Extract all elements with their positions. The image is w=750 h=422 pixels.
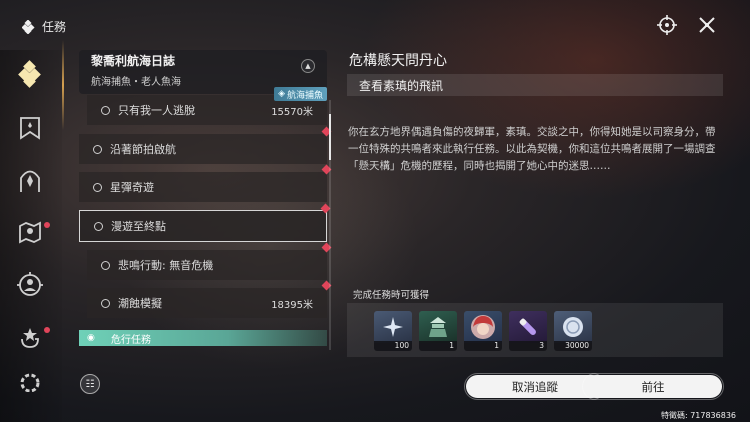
fish-icon: ◈	[278, 89, 285, 99]
list-item[interactable]: 潮蝕模擬 18395米	[87, 280, 332, 318]
reward-label: 完成任務時可獲得	[353, 290, 430, 301]
sidebar-item-settings[interactable]	[14, 370, 46, 392]
quest-description: 你在玄方地界偶遇負傷的夜歸軍，素瑱。交談之中，你得知她是以司察身分，帶一位特殊的…	[348, 126, 716, 172]
star-shard-icon	[374, 311, 412, 343]
list-item[interactable]: 悲鳴行動: 無音危機	[87, 242, 332, 280]
list-item-selected[interactable]: 漫遊至終點	[79, 203, 331, 242]
reward-qty: 1	[464, 341, 502, 351]
vial-icon	[509, 311, 547, 343]
current-objective: 查看素瑱的飛訊	[347, 74, 723, 96]
list-item-distance: 15570米	[271, 106, 313, 118]
quest-title: 危構懸天問丹心	[349, 53, 447, 69]
incomplete-circle-icon	[101, 298, 110, 308]
list-item-label: 只有我一人逃脫	[118, 104, 195, 117]
danger-category-icon: ◉	[87, 333, 95, 343]
menu-title-text: 任務	[42, 20, 67, 34]
crosshair-person-icon	[17, 272, 43, 296]
reward-qty: 100	[374, 341, 412, 351]
reward-qty: 3	[509, 341, 547, 351]
fishing-tag-label: 航海捕魚	[286, 90, 323, 101]
filter-icon: ☷	[85, 378, 95, 390]
scrollbar-thumb[interactable]	[329, 114, 331, 160]
incomplete-circle-icon	[101, 260, 110, 270]
list-item[interactable]: 沿著節拍啟航	[79, 126, 332, 164]
bookmark-icon	[20, 117, 40, 140]
coin-icon	[554, 311, 592, 343]
sidebar-item-quests[interactable]	[14, 58, 46, 90]
map-icon	[19, 221, 41, 244]
list-item-distance: 18395米	[271, 299, 313, 311]
sidebar-item-arch[interactable]	[14, 164, 46, 196]
reward-item[interactable]: 3	[509, 311, 547, 351]
go-button[interactable]: 前往	[582, 373, 724, 400]
tower-icon	[419, 311, 457, 343]
list-item[interactable]: 星彈奇遊	[79, 164, 332, 202]
return-badge	[44, 327, 50, 333]
reward-qty: 30000	[554, 341, 592, 351]
sidebar	[0, 50, 62, 422]
quest-logo-icon	[21, 18, 36, 35]
category-danger-quests[interactable]: ◉ 危行任務	[79, 330, 327, 346]
reward-item[interactable]: 1	[419, 311, 457, 351]
quest-diamond-icon	[18, 60, 41, 88]
menu-title: 任務	[21, 18, 67, 35]
list-item-label: 星彈奇遊	[110, 181, 154, 194]
fishing-tag: ◈ 航海捕魚	[274, 87, 327, 101]
list-item-label: 悲鳴行動: 無音危機	[118, 259, 214, 272]
reward-item[interactable]: 30000	[554, 311, 592, 351]
quest-list: 黎喬利航海日誌 航海捕魚・老人魚海 ▲ 只有我一人逃脫 15570米 ◈ 航海捕魚…	[79, 50, 332, 350]
list-item[interactable]: 只有我一人逃脫 15570米 ◈ 航海捕魚	[87, 87, 327, 125]
player-uid: 特徵碼: 717836836	[660, 411, 736, 420]
sidebar-item-map[interactable]	[14, 216, 50, 248]
close-x-icon[interactable]	[696, 14, 718, 36]
list-item-label: 漫遊至終點	[111, 220, 166, 233]
incomplete-circle-icon	[93, 144, 102, 154]
arch-icon	[20, 170, 40, 192]
incomplete-circle-icon	[94, 221, 103, 231]
reward-item[interactable]: 100	[374, 311, 412, 351]
top-bar: 任務	[0, 0, 750, 46]
portrait-icon	[464, 311, 502, 343]
sidebar-item-bookmark[interactable]	[14, 112, 46, 144]
sidebar-item-target[interactable]	[14, 269, 46, 301]
return-star-icon	[21, 328, 39, 348]
filter-button[interactable]: ☷	[80, 374, 100, 394]
incomplete-circle-icon	[93, 182, 102, 192]
list-item-label: 沿著節拍啟航	[110, 143, 176, 156]
gear-icon	[20, 373, 40, 392]
map-badge	[44, 222, 50, 228]
collapse-button[interactable]: ▲	[301, 59, 315, 73]
reward-item[interactable]: 1	[464, 311, 502, 351]
incomplete-circle-icon	[101, 105, 110, 115]
sidebar-item-return[interactable]	[14, 321, 50, 353]
quest-group-title: 黎喬利航海日誌	[91, 54, 176, 68]
target-icon[interactable]	[656, 14, 678, 36]
list-item-label: 潮蝕模擬	[118, 297, 162, 310]
category-label: 危行任務	[111, 334, 151, 346]
reward-qty: 1	[419, 341, 457, 351]
quest-group-subtitle: 航海捕魚・老人魚海	[91, 77, 181, 88]
sidebar-active-glow	[62, 40, 64, 130]
